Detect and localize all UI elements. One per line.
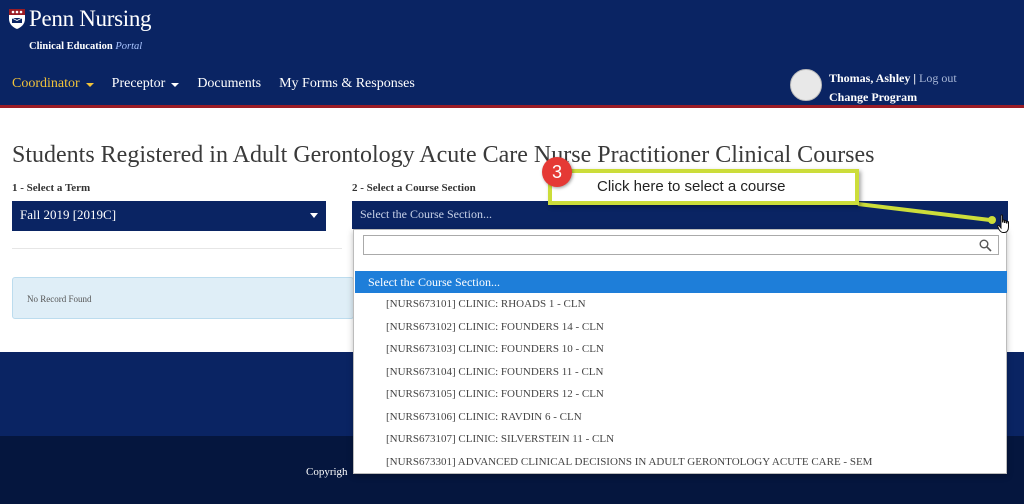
step-badge: 3	[542, 157, 572, 187]
callout-text: Click here to select a course	[597, 178, 786, 195]
hand-pointer-icon	[997, 214, 1009, 233]
callout-connector	[857, 202, 996, 224]
callout-box: Click here to select a course	[548, 169, 859, 205]
